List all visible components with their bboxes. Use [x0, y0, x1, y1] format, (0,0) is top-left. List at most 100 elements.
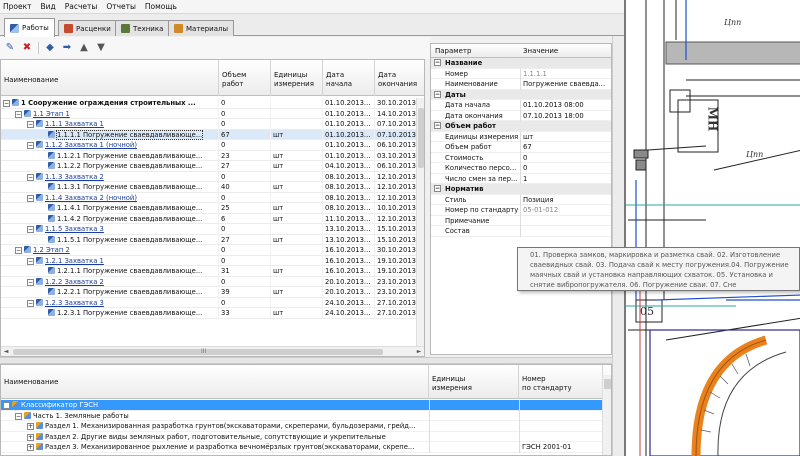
menu-view[interactable]: Вид — [41, 2, 56, 11]
table-row[interactable]: − 1.2 Этап 2 0 16.10.2013... 30.10.2013... — [1, 245, 419, 256]
classifier-vscroll-thumb[interactable] — [604, 379, 611, 389]
cell-end[interactable]: 12.10.2013... — [375, 182, 419, 193]
cell-name[interactable]: − 1.1 Этап 1 — [1, 108, 219, 119]
expand-toggle-icon[interactable]: − — [27, 142, 34, 149]
cell-start[interactable]: 20.10.2013... — [323, 287, 375, 298]
table-row[interactable]: − 1.1.5 Захватка 3 0 13.10.2013... 15.10.201… — [1, 224, 419, 235]
property-category[interactable]: − Объем работ — [431, 121, 611, 132]
property-value[interactable]: Позиция — [521, 195, 611, 206]
tab-works[interactable]: Работы — [4, 18, 55, 37]
table-row[interactable]: − 1.1.3 Захватка 2 0 08.10.2013... 12.10.201… — [1, 171, 419, 182]
table-row[interactable]: 1.2.1.1 Погружение сваевдавливающе... 31 ш… — [1, 266, 419, 277]
cell-unit[interactable]: шт — [271, 150, 323, 161]
table-row[interactable]: 1.1.2.2 Погружение сваевдавливающе... 27 ш… — [1, 161, 419, 172]
table-row[interactable]: 1.1.2.1 Погружение сваевдавливающе... 23 ш… — [1, 150, 419, 161]
classifier-cell-name[interactable]: − Часть 1. Земляные работы — [1, 411, 429, 422]
classifier-cell-unit[interactable] — [429, 421, 519, 432]
property-row[interactable]: Количество персо... 0 — [431, 163, 611, 174]
cell-name[interactable]: 1.1.4.1 Погружение сваевдавливающе... — [1, 203, 219, 214]
cell-unit[interactable] — [271, 276, 323, 287]
cell-volume[interactable]: 0 — [219, 224, 271, 235]
cell-volume[interactable]: 0 — [219, 255, 271, 266]
col-volume[interactable]: Объем работ — [219, 60, 271, 96]
property-value[interactable]: 1 — [521, 174, 611, 185]
cell-start[interactable]: 08.10.2013... — [323, 182, 375, 193]
scroll-right-icon[interactable]: ► — [414, 347, 424, 356]
classifier-cell-unit[interactable] — [429, 410, 519, 421]
classifier-row[interactable]: + Раздел 2. Другие виды земляных работ, п… — [1, 431, 603, 443]
classifier-cell-name[interactable]: − Классификатор ГЭСН — [1, 400, 429, 411]
cell-volume[interactable]: 27 — [219, 161, 271, 172]
col-name[interactable]: Наименование — [1, 60, 219, 96]
classifier-cell-unit[interactable] — [429, 431, 519, 442]
property-row[interactable]: Состав — [431, 226, 611, 237]
table-row[interactable]: − 1.2.2 Захватка 2 0 20.10.2013... 23.10.201… — [1, 276, 419, 287]
cell-end[interactable]: 03.10.2013... — [375, 150, 419, 161]
cell-volume[interactable]: 0 — [219, 276, 271, 287]
cell-unit[interactable] — [271, 255, 323, 266]
property-value[interactable] — [521, 216, 611, 227]
cell-end[interactable]: 23.10.2013... — [375, 276, 419, 287]
cad-drawing[interactable]: Цпп Цпп МН 05 — [624, 0, 800, 456]
cell-unit[interactable] — [271, 119, 323, 130]
cell-end[interactable]: 15.10.2013... — [375, 234, 419, 245]
cell-volume[interactable]: 0 — [219, 119, 271, 130]
hscroll-thumb[interactable] — [13, 349, 383, 355]
cell-end[interactable]: 30.10.2013... — [375, 98, 419, 109]
cell-volume[interactable]: 0 — [219, 297, 271, 308]
property-row[interactable]: Единицы измерения шт — [431, 131, 611, 142]
cell-end[interactable]: 12.10.2013... — [375, 171, 419, 182]
cell-start[interactable]: 16.10.2013... — [323, 245, 375, 256]
property-category[interactable]: − Норматив — [431, 184, 611, 195]
table-row[interactable]: − 1.2.1 Захватка 1 0 16.10.2013... 19.10.201… — [1, 255, 419, 266]
table-row[interactable]: 1.1.5.1 Погружение сваевдавливающе... 27 ш… — [1, 234, 419, 245]
scroll-left-icon[interactable]: ◄ — [1, 347, 11, 356]
expand-toggle-icon[interactable]: − — [15, 247, 22, 254]
cell-end[interactable]: 07.10.2013... — [375, 129, 419, 140]
classifier-cell-unit[interactable] — [429, 400, 519, 411]
move-left-icon[interactable]: ◆ — [44, 42, 56, 54]
classifier-cell-number[interactable]: ГЭСН 2001-01 — [519, 442, 603, 453]
cell-name[interactable]: 1.2.2.1 Погружение сваевдавливающе... — [1, 287, 219, 298]
cell-start[interactable]: 24.10.2013... — [323, 297, 375, 308]
cell-end[interactable]: 10.10.2013... — [375, 203, 419, 214]
cell-start[interactable]: 20.10.2013... — [323, 276, 375, 287]
cell-start[interactable]: 01.10.2013... — [323, 98, 375, 109]
cell-unit[interactable] — [271, 171, 323, 182]
cell-start[interactable]: 11.10.2013... — [323, 213, 375, 224]
vertical-divider[interactable] — [612, 36, 624, 456]
table-row[interactable]: − 1.1.1 Захватка 1 0 01.10.2013... 07.10.201… — [1, 119, 419, 130]
property-value[interactable]: 67 — [521, 142, 611, 153]
classifier-row[interactable]: + Раздел 1. Механизированная разработка г… — [1, 421, 603, 432]
expand-toggle-icon[interactable]: + — [27, 444, 34, 451]
property-value[interactable]: 0 — [521, 163, 611, 174]
table-row[interactable]: 1.1.4.2 Погружение сваевдавливающе... 6 шт… — [1, 213, 419, 224]
classifier-cell-name[interactable]: + Раздел 2. Другие виды земляных работ, п… — [1, 432, 429, 443]
cell-volume[interactable]: 0 — [219, 108, 271, 119]
menu-project[interactable]: Проект — [3, 2, 32, 11]
cell-end[interactable]: 23.10.2013... — [375, 287, 419, 298]
expand-toggle-icon[interactable]: − — [27, 226, 34, 233]
cell-volume[interactable]: 23 — [219, 150, 271, 161]
cell-name[interactable]: − 1.1.1 Захватка 1 — [1, 119, 219, 130]
property-value[interactable] — [521, 226, 611, 237]
delete-icon[interactable]: ✖ — [21, 42, 33, 54]
expand-toggle-icon[interactable]: − — [27, 278, 34, 286]
property-value[interactable]: Погружение сваевда... — [521, 79, 611, 90]
cell-end[interactable]: 19.10.2013... — [375, 266, 419, 277]
horizontal-splitter[interactable] — [0, 357, 624, 364]
works-grid-hscroll[interactable]: ◄ III ► — [1, 346, 424, 356]
col-end[interactable]: Дата окончания — [375, 60, 424, 96]
cell-start[interactable]: 04.10.2013... — [323, 161, 375, 172]
cell-start[interactable]: 01.10.2013... — [323, 129, 375, 140]
cell-volume[interactable]: 0 — [219, 245, 271, 256]
expand-toggle-icon[interactable]: − — [15, 110, 22, 118]
cell-end[interactable]: 30.10.2013... — [375, 245, 419, 256]
expand-toggle-icon[interactable]: − — [15, 412, 22, 420]
collapse-icon[interactable]: − — [434, 185, 441, 192]
classifier-cell-number[interactable] — [519, 421, 603, 432]
classifier-cell-number[interactable] — [519, 400, 603, 411]
cell-name[interactable]: 1.1.3.1 Погружение сваевдавливающе... — [1, 182, 219, 193]
cell-unit[interactable] — [271, 192, 323, 203]
menu-reports[interactable]: Отчеты — [106, 2, 136, 11]
